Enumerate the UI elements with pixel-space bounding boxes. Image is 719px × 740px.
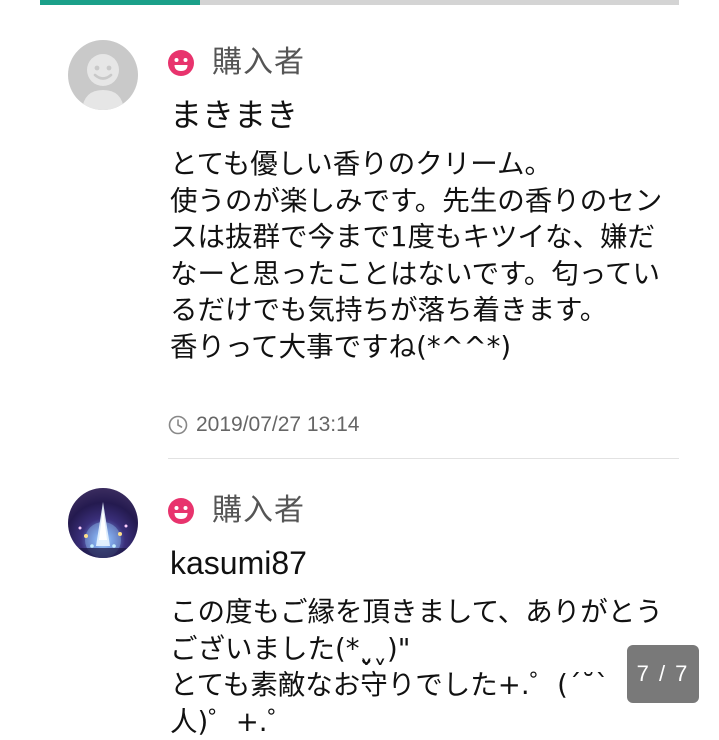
- page-indicator: 7 / 7: [627, 645, 699, 703]
- review-timestamp: 2019/07/27 13:14: [168, 410, 360, 440]
- timestamp-text: 2019/07/27 13:14: [196, 413, 360, 436]
- review-body: この度もご縁を頂きまして、ありがとうございました(*ˬ̮ˬ)" とても素敵なお守…: [170, 596, 663, 738]
- user-photo: [68, 502, 138, 558]
- buyer-badge: 購入者: [167, 46, 305, 80]
- username: kasumi87: [170, 545, 307, 581]
- username: まきまき: [170, 96, 299, 134]
- smiley-icon: [168, 498, 194, 524]
- clock-icon: [168, 415, 188, 435]
- smiley-icon: [168, 50, 194, 76]
- buyer-badge-label: 購入者: [212, 493, 305, 528]
- page-indicator-text: 7 / 7: [636, 661, 690, 686]
- default-user-icon: [82, 54, 124, 110]
- buyer-badge: 購入者: [167, 494, 305, 528]
- avatar[interactable]: [68, 40, 138, 110]
- tab-underline-active: [40, 0, 200, 5]
- buyer-badge-label: 購入者: [212, 45, 305, 80]
- avatar[interactable]: [68, 488, 138, 558]
- review-body: とても優しい香りのクリーム。 使うのが楽しみです。先生の香りのセンスは抜群で今ま…: [170, 148, 663, 363]
- divider: [168, 458, 679, 459]
